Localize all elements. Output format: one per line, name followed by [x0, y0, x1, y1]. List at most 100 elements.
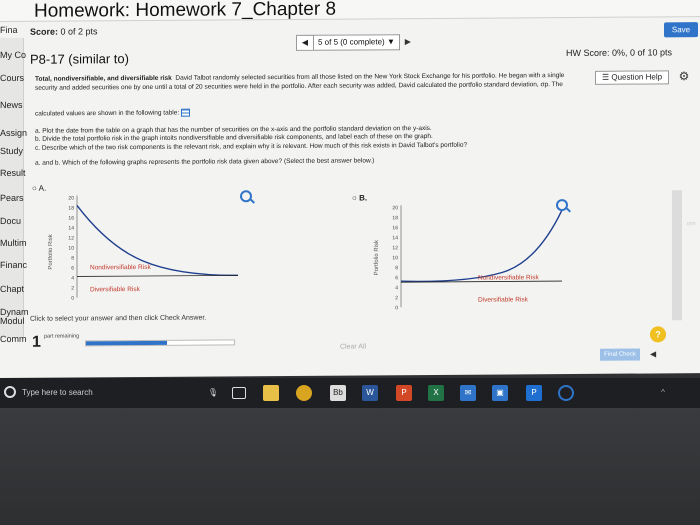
- problem-part-b: b. Divide the total portfolio risk in th…: [35, 132, 433, 143]
- sidebar-item-chapter[interactable]: Chapt: [0, 284, 24, 294]
- graph-b-tick-6: 6: [395, 275, 398, 281]
- graph-option-a[interactable]: Portfolio Risk 20 18 16 14 12 10 8 6 4 2…: [48, 190, 298, 308]
- sidebar-item-my-course[interactable]: My Co: [0, 50, 26, 60]
- problem-part-c: c. Describe which of the two risk compon…: [35, 141, 468, 152]
- graph-a-tick-8: 8: [71, 255, 74, 261]
- graph-b-tick-8: 8: [395, 265, 398, 271]
- sidebar-item-dynamic-modules[interactable]: Dynam Modul: [0, 307, 29, 326]
- back-arrow-icon[interactable]: ◀: [650, 349, 656, 358]
- clear-all-button[interactable]: Clear All: [340, 343, 366, 350]
- save-button[interactable]: Save: [664, 22, 698, 38]
- table-icon[interactable]: [180, 108, 190, 117]
- mylab-window: Homework: Homework 7_Chapter 8 Fina My C…: [0, 0, 700, 378]
- sidebar-item-financial[interactable]: Financ: [0, 260, 27, 270]
- graph-a-tick-12: 12: [68, 235, 74, 241]
- parts-remaining-label: part remaining: [44, 333, 80, 340]
- chevron-down-icon: ▼: [386, 37, 395, 47]
- progress-bar: [85, 339, 235, 347]
- graph-b-tick-14: 14: [392, 235, 398, 241]
- graph-a-tick-6: 6: [71, 265, 74, 271]
- graph-b-tick-10: 10: [392, 255, 398, 261]
- problem-intro-line-2: security and added securities one by one…: [35, 81, 563, 92]
- sidebar-item-news[interactable]: News: [0, 100, 23, 110]
- tray-chevron-icon[interactable]: ^: [655, 385, 671, 401]
- task-view-icon[interactable]: [232, 387, 246, 399]
- more-tag: ore: [687, 221, 696, 228]
- instruction-text: Click to select your answer and then cli…: [30, 314, 207, 323]
- graph-a-tick-20: 20: [68, 195, 74, 201]
- question-help-label: Question Help: [611, 72, 663, 82]
- sidebar-item-assign[interactable]: Assign: [0, 128, 27, 138]
- store-icon[interactable]: ▣: [492, 385, 508, 401]
- sidebar-item-study[interactable]: Study: [0, 146, 23, 156]
- excel-icon[interactable]: X: [428, 385, 444, 401]
- problem-question: a. and b. Which of the following graphs …: [35, 157, 375, 167]
- scrollbar[interactable]: [672, 190, 682, 321]
- graph-a-nondiversifiable-label: Nondiversifiable Risk: [90, 264, 151, 271]
- score: Score: 0 of 2 pts: [30, 26, 98, 36]
- sidebar-item-pearson[interactable]: Pears: [0, 193, 24, 203]
- screen: Homework: Homework 7_Chapter 8 Fina My C…: [0, 0, 700, 525]
- problem-title: P8-17 (similar to): [30, 51, 129, 67]
- problem-intro-heading: Total, nondiversifiable, and diversifiab…: [35, 74, 172, 83]
- score-value: 0 of 2 pts: [60, 26, 98, 37]
- progress-fill: [86, 340, 168, 346]
- problem-intro-text: David Talbot randomly selected securitie…: [175, 72, 565, 82]
- gear-icon[interactable]: ⚙: [676, 69, 692, 84]
- file-explorer-icon[interactable]: [263, 385, 279, 401]
- mail-icon[interactable]: ✉: [460, 385, 476, 401]
- hw-score: HW Score: 0%, 0 of 10 pts: [566, 47, 673, 59]
- graph-b-tick-2: 2: [395, 295, 398, 301]
- zoom-icon[interactable]: [240, 190, 252, 203]
- bb-icon[interactable]: Bb: [330, 385, 346, 401]
- graph-b-tick-20: 20: [392, 205, 398, 211]
- mic-icon[interactable]: 🎙: [205, 385, 221, 401]
- help-icon[interactable]: ?: [650, 326, 666, 343]
- word-icon[interactable]: W: [362, 385, 378, 401]
- graph-a-tick-0: 0: [71, 295, 74, 301]
- problem-intro-line-3-text: calculated values are shown in the follo…: [35, 109, 180, 118]
- final-check-button[interactable]: Final Check: [600, 348, 640, 361]
- graph-b-total-risk-curve: [400, 209, 563, 283]
- course-sidebar: Fina My Co Cours News Assign Study Resul…: [0, 25, 29, 344]
- graph-a-risk-divider: [77, 274, 238, 277]
- next-question-button[interactable]: ▶: [400, 34, 416, 50]
- graph-option-b[interactable]: Portfolio Risk 20 18 16 14 12 10 8 6 4 2…: [372, 200, 572, 313]
- zoom-icon[interactable]: [556, 199, 568, 212]
- chrome-icon[interactable]: [296, 385, 312, 401]
- taskbar: Type here to search 🎙 Bb W P X ✉ ▣ P ^: [0, 378, 700, 408]
- option-b-radio[interactable]: ○ B.: [352, 193, 367, 202]
- question-help-button[interactable]: ☰ Question Help: [595, 70, 669, 85]
- list-icon: ☰: [601, 72, 610, 82]
- page-title: Homework: Homework 7_Chapter 8: [34, 0, 337, 22]
- sidebar-item-multimedia[interactable]: Multim: [0, 238, 27, 248]
- graph-a-tick-4: 4: [71, 275, 74, 281]
- question-navigator: ◀ 5 of 5 (0 complete) ▼ ▶: [296, 34, 416, 51]
- graph-a-diversifiable-label: Diversifiable Risk: [90, 286, 141, 293]
- graph-b-nondiversifiable-label: Nondiversifiable Risk: [478, 274, 539, 281]
- graph-a-tick-10: 10: [68, 245, 74, 251]
- sidebar-item-document[interactable]: Docu: [0, 216, 21, 226]
- option-a-label: A.: [38, 183, 47, 193]
- option-a-radio[interactable]: ○ A.: [32, 184, 46, 193]
- sidebar-item-fina[interactable]: Fina: [0, 25, 18, 35]
- title-bar: Homework: Homework 7_Chapter 8: [0, 0, 700, 22]
- graph-b-tick-18: 18: [392, 215, 398, 221]
- previous-question-button[interactable]: ◀: [296, 34, 314, 51]
- monitor-bezel: [0, 408, 700, 525]
- settings-icon[interactable]: [558, 385, 574, 401]
- sidebar-item-result[interactable]: Result: [0, 168, 26, 178]
- cortana-icon[interactable]: [4, 386, 16, 398]
- sidebar-item-community[interactable]: Comm: [0, 334, 27, 344]
- graph-a-tick-16: 16: [68, 215, 74, 221]
- graph-a-tick-18: 18: [68, 205, 74, 211]
- graph-b-tick-4: 4: [395, 285, 398, 291]
- graph-a-tick-2: 2: [71, 285, 74, 291]
- option-b-label: B.: [359, 193, 368, 203]
- powerpoint-icon[interactable]: P: [396, 385, 412, 401]
- sidebar-item-course[interactable]: Cours: [0, 73, 24, 83]
- taskbar-search-input[interactable]: Type here to search: [22, 388, 93, 397]
- problem-intro-line-3: calculated values are shown in the follo…: [35, 108, 190, 118]
- p-icon[interactable]: P: [526, 385, 542, 401]
- question-select[interactable]: 5 of 5 (0 complete) ▼: [314, 34, 400, 51]
